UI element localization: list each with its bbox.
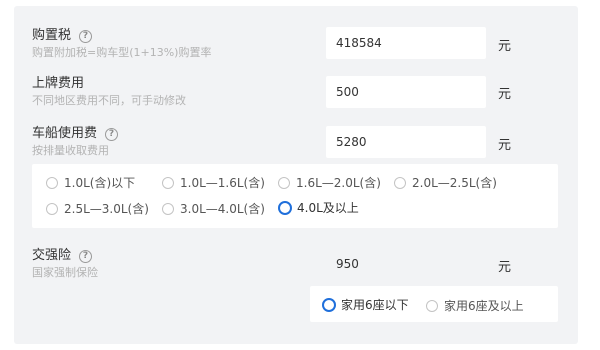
radio-circle-icon	[46, 176, 58, 189]
purchase-tax-input[interactable]	[326, 27, 486, 59]
displacement-option[interactable]: 1.0L—1.6L(含)	[162, 174, 265, 191]
seat-option-selected[interactable]: 家用6座以下	[322, 296, 409, 313]
vehicle-tax-title: 车船使用费?	[32, 122, 119, 141]
insurance-subtitle: 国家强制保险	[32, 266, 98, 279]
purchase-tax-subtitle: 购置附加税=购车型(1+13%)购置率	[32, 46, 212, 59]
seat-options: 家用6座以下 家用6座及以上	[310, 286, 558, 322]
vehicle-tax-title-text: 车船使用费	[32, 126, 98, 141]
vehicle-tax-input[interactable]	[326, 126, 486, 158]
purchase-tax-row: 购置税? 购置附加税=购车型(1+13%)购置率 元	[32, 24, 572, 60]
radio-checked-icon	[278, 200, 292, 215]
question-circle-icon[interactable]: ?	[79, 30, 93, 43]
radio-circle-icon	[394, 176, 406, 189]
purchase-tax-unit: 元	[498, 39, 512, 54]
insurance-title-text: 交强险	[32, 248, 72, 263]
vehicle-tax-subtitle: 按排量收取费用	[32, 144, 109, 157]
license-fee-input[interactable]	[326, 76, 486, 108]
cost-panel: 购置税? 购置附加税=购车型(1+13%)购置率 元 上牌费用 不同地区费用不同…	[14, 6, 578, 344]
radio-circle-icon	[278, 176, 290, 189]
license-fee-row: 上牌费用 不同地区费用不同，可手动修改 元	[32, 72, 572, 108]
insurance-value: 950	[336, 257, 359, 271]
purchase-tax-title-text: 购置税	[32, 28, 72, 43]
vehicle-tax-unit: 元	[498, 138, 512, 153]
vehicle-tax-row: 车船使用费? 按排量收取费用 元	[32, 122, 572, 158]
radio-circle-icon	[426, 299, 438, 312]
insurance-title: 交强险?	[32, 244, 93, 263]
purchase-tax-title: 购置税?	[32, 24, 93, 43]
displacement-option[interactable]: 1.6L—2.0L(含)	[278, 174, 381, 191]
question-circle-icon[interactable]: ?	[105, 128, 119, 141]
question-circle-icon[interactable]: ?	[79, 250, 93, 263]
seat-option[interactable]: 家用6座及以上	[426, 297, 524, 314]
license-fee-subtitle: 不同地区费用不同，可手动修改	[32, 94, 186, 107]
displacement-options: 1.0L(含)以下 1.0L—1.6L(含) 1.6L—2.0L(含) 2.0L…	[32, 164, 558, 228]
displacement-option[interactable]: 1.0L(含)以下	[46, 174, 135, 191]
displacement-option[interactable]: 3.0L—4.0L(含)	[162, 200, 265, 217]
displacement-option[interactable]: 2.0L—2.5L(含)	[394, 174, 497, 191]
displacement-option[interactable]: 2.5L—3.0L(含)	[46, 200, 149, 217]
license-fee-title: 上牌费用	[32, 76, 85, 91]
displacement-option-selected[interactable]: 4.0L及以上	[278, 199, 359, 216]
radio-circle-icon	[162, 202, 174, 215]
radio-circle-icon	[162, 176, 174, 189]
radio-circle-icon	[46, 202, 58, 215]
insurance-row: 交强险? 国家强制保险 950 元	[32, 244, 572, 280]
radio-checked-icon	[322, 297, 336, 312]
insurance-unit: 元	[498, 260, 512, 275]
license-fee-unit: 元	[498, 87, 512, 102]
